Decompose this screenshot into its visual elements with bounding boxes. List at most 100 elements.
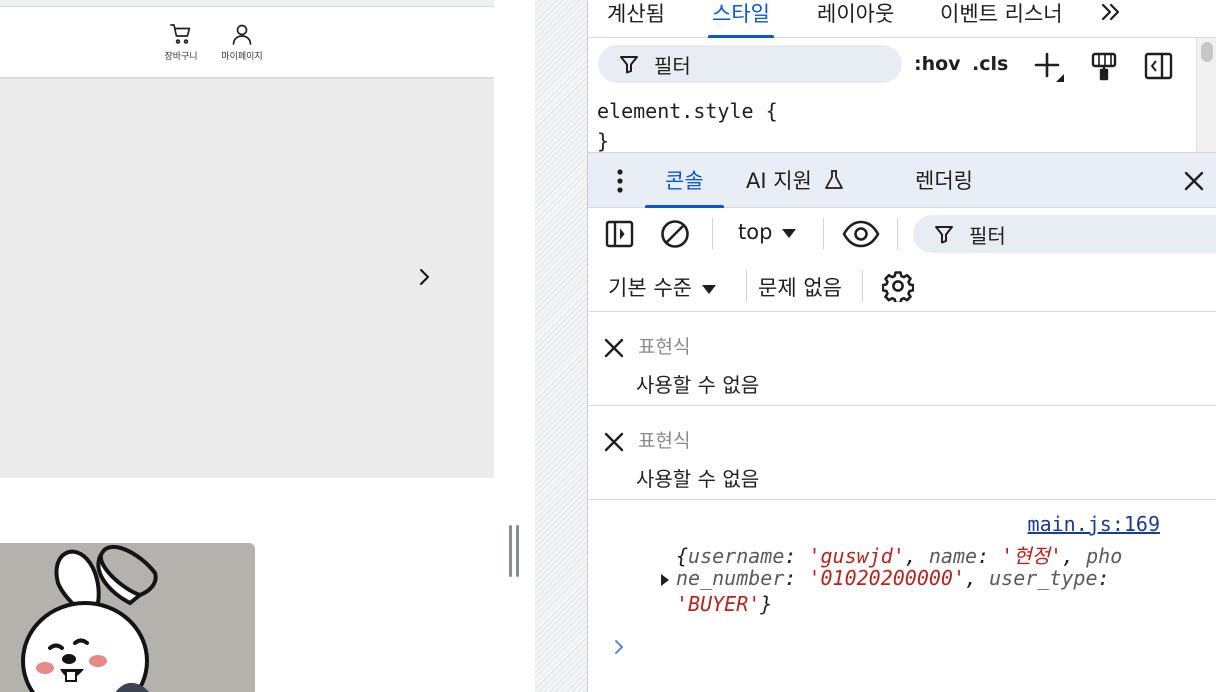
log-string: '01020200000'	[808, 566, 966, 590]
filter-icon	[935, 226, 953, 244]
more-tabs-button[interactable]	[1098, 0, 1128, 38]
toolbar-divider	[746, 270, 747, 302]
banner-next-button[interactable]	[414, 265, 434, 289]
context-selector[interactable]: top	[738, 220, 797, 244]
log-object-line-2[interactable]: ne_number: '01020200000', user_type:	[676, 566, 1110, 590]
console-toolbar-row-1: top 필터	[588, 208, 1216, 260]
console-prompt[interactable]	[610, 636, 628, 658]
elements-subtab-bar: 계산됨 스타일 레이아웃 이벤트 리스너	[588, 0, 1216, 38]
filter-icon	[620, 56, 638, 74]
log-key: user_type	[989, 566, 1098, 590]
tab-computed[interactable]: 계산됨	[607, 0, 665, 38]
console-filter-placeholder: 필터	[969, 223, 1006, 248]
close-drawer-button[interactable]	[1182, 169, 1206, 193]
eye-icon	[842, 220, 880, 248]
paint-roller-icon	[1091, 52, 1117, 81]
live-expression-button[interactable]	[842, 220, 880, 252]
log-string: '현정'	[1001, 544, 1063, 568]
log-levels-label: 기본 수준	[608, 276, 692, 300]
toolbar-divider	[897, 218, 898, 250]
devtools-panel: 계산됨 스타일 레이아웃 이벤트 리스너 필터 :hov .cls elemen…	[588, 0, 1216, 692]
double-chevron-right-icon	[1101, 3, 1120, 21]
log-object-line-1: {username: 'guswjd', name: '현정', pho	[676, 544, 1123, 568]
plus-icon	[1034, 52, 1064, 82]
new-style-rule-button[interactable]	[1032, 50, 1066, 88]
context-selector-label: top	[738, 220, 773, 244]
tab-rendering[interactable]: 렌더링	[915, 153, 973, 208]
drawer-tab-bar: 콘솔 AI 지원 렌더링	[588, 152, 1216, 208]
element-style-selector: element.style {	[597, 99, 778, 123]
styles-scrollbar[interactable]	[1196, 38, 1216, 152]
site-header: 장바구니 마이페이지	[0, 7, 494, 79]
source-link[interactable]: main.js:169	[1028, 512, 1160, 536]
issues-counter[interactable]: 문제 없음	[758, 272, 842, 302]
log-levels-dropdown[interactable]: 기본 수준	[608, 272, 716, 302]
console-settings-button[interactable]	[881, 270, 915, 306]
sidebar-panel-icon	[605, 220, 634, 248]
dropdown-caret-icon	[701, 284, 716, 294]
styles-filter-placeholder: 필터	[654, 53, 691, 78]
sidebar-panel-icon	[1144, 52, 1173, 80]
log-key: name	[928, 544, 978, 568]
expression-label[interactable]: 표현식	[638, 332, 690, 359]
console-toolbar-row-2: 기본 수준 문제 없음	[588, 260, 1216, 312]
product-card[interactable]	[0, 543, 255, 692]
console-log-message: main.js:169 {username: 'guswjd', name: '…	[588, 500, 1216, 624]
mypage-button[interactable]: 마이페이지	[216, 22, 268, 62]
scrollbar-thumb[interactable]	[1201, 42, 1213, 62]
flask-icon	[824, 170, 843, 189]
splitter-strip	[494, 0, 535, 692]
element-state-button[interactable]	[1090, 51, 1118, 85]
console-sidebar-button[interactable]	[605, 219, 635, 253]
hov-toggle[interactable]: :hov	[914, 53, 961, 75]
website-viewport: 장바구니 마이페이지	[0, 0, 494, 692]
toolbar-divider	[712, 218, 713, 250]
toggle-sidebar-button[interactable]	[1144, 51, 1174, 85]
expression-value: 사용할 수 없음	[636, 467, 760, 491]
element-style-rule[interactable]: element.style { }	[588, 92, 1196, 153]
log-key: pho	[1086, 544, 1123, 568]
tab-ai-assistance-label: AI 지원	[746, 169, 812, 193]
kebab-menu-icon	[617, 169, 623, 193]
log-object-line-3: 'BUYER'}	[676, 592, 773, 616]
clear-console-button[interactable]	[660, 219, 690, 253]
drawer-menu-button[interactable]	[612, 168, 628, 196]
expand-object-triangle-icon[interactable]	[661, 574, 669, 586]
tab-console[interactable]: 콘솔	[645, 153, 724, 208]
toolbar-divider	[823, 218, 824, 250]
cart-button[interactable]: 장바구니	[161, 22, 201, 62]
mypage-label: 마이페이지	[221, 52, 263, 62]
bunny-character-image	[0, 543, 255, 692]
log-string: 'guswjd'	[808, 544, 905, 568]
cls-toggle[interactable]: .cls	[972, 53, 1008, 75]
expression-label[interactable]: 표현식	[638, 426, 690, 453]
expression-value: 사용할 수 없음	[636, 373, 760, 397]
live-expression: 표현식 사용할 수 없음	[588, 312, 1216, 406]
viewport-top-edge	[0, 0, 494, 7]
tab-event-listeners[interactable]: 이벤트 리스너	[940, 0, 1063, 38]
live-expression: 표현식 사용할 수 없음	[588, 406, 1216, 500]
cart-label: 장바구니	[164, 52, 198, 62]
remove-expression-icon[interactable]	[602, 336, 626, 360]
log-key: ne_number	[676, 566, 785, 590]
gear-icon	[881, 271, 915, 305]
prompt-chevron-icon	[615, 640, 623, 654]
styles-toolbar: 필터 :hov .cls	[588, 38, 1200, 90]
console-filter-input[interactable]: 필터	[913, 215, 1216, 253]
tab-ai-assistance[interactable]: AI 지원	[746, 153, 845, 208]
log-string: 'BUYER'	[676, 592, 761, 616]
log-key: username	[688, 544, 785, 568]
resize-handle[interactable]	[507, 525, 521, 577]
user-icon	[232, 24, 252, 45]
panel-splitter	[494, 0, 588, 692]
tab-styles[interactable]: 스타일	[708, 0, 774, 38]
chevron-right-icon	[420, 269, 429, 285]
remove-expression-icon[interactable]	[602, 430, 626, 454]
close-icon	[1184, 171, 1204, 191]
block-icon	[661, 220, 689, 248]
tab-layout[interactable]: 레이아웃	[817, 0, 894, 38]
dropdown-caret-icon	[782, 228, 797, 238]
toolbar-divider	[862, 270, 863, 302]
styles-filter-input[interactable]: 필터	[598, 45, 902, 83]
cart-icon	[170, 24, 191, 44]
